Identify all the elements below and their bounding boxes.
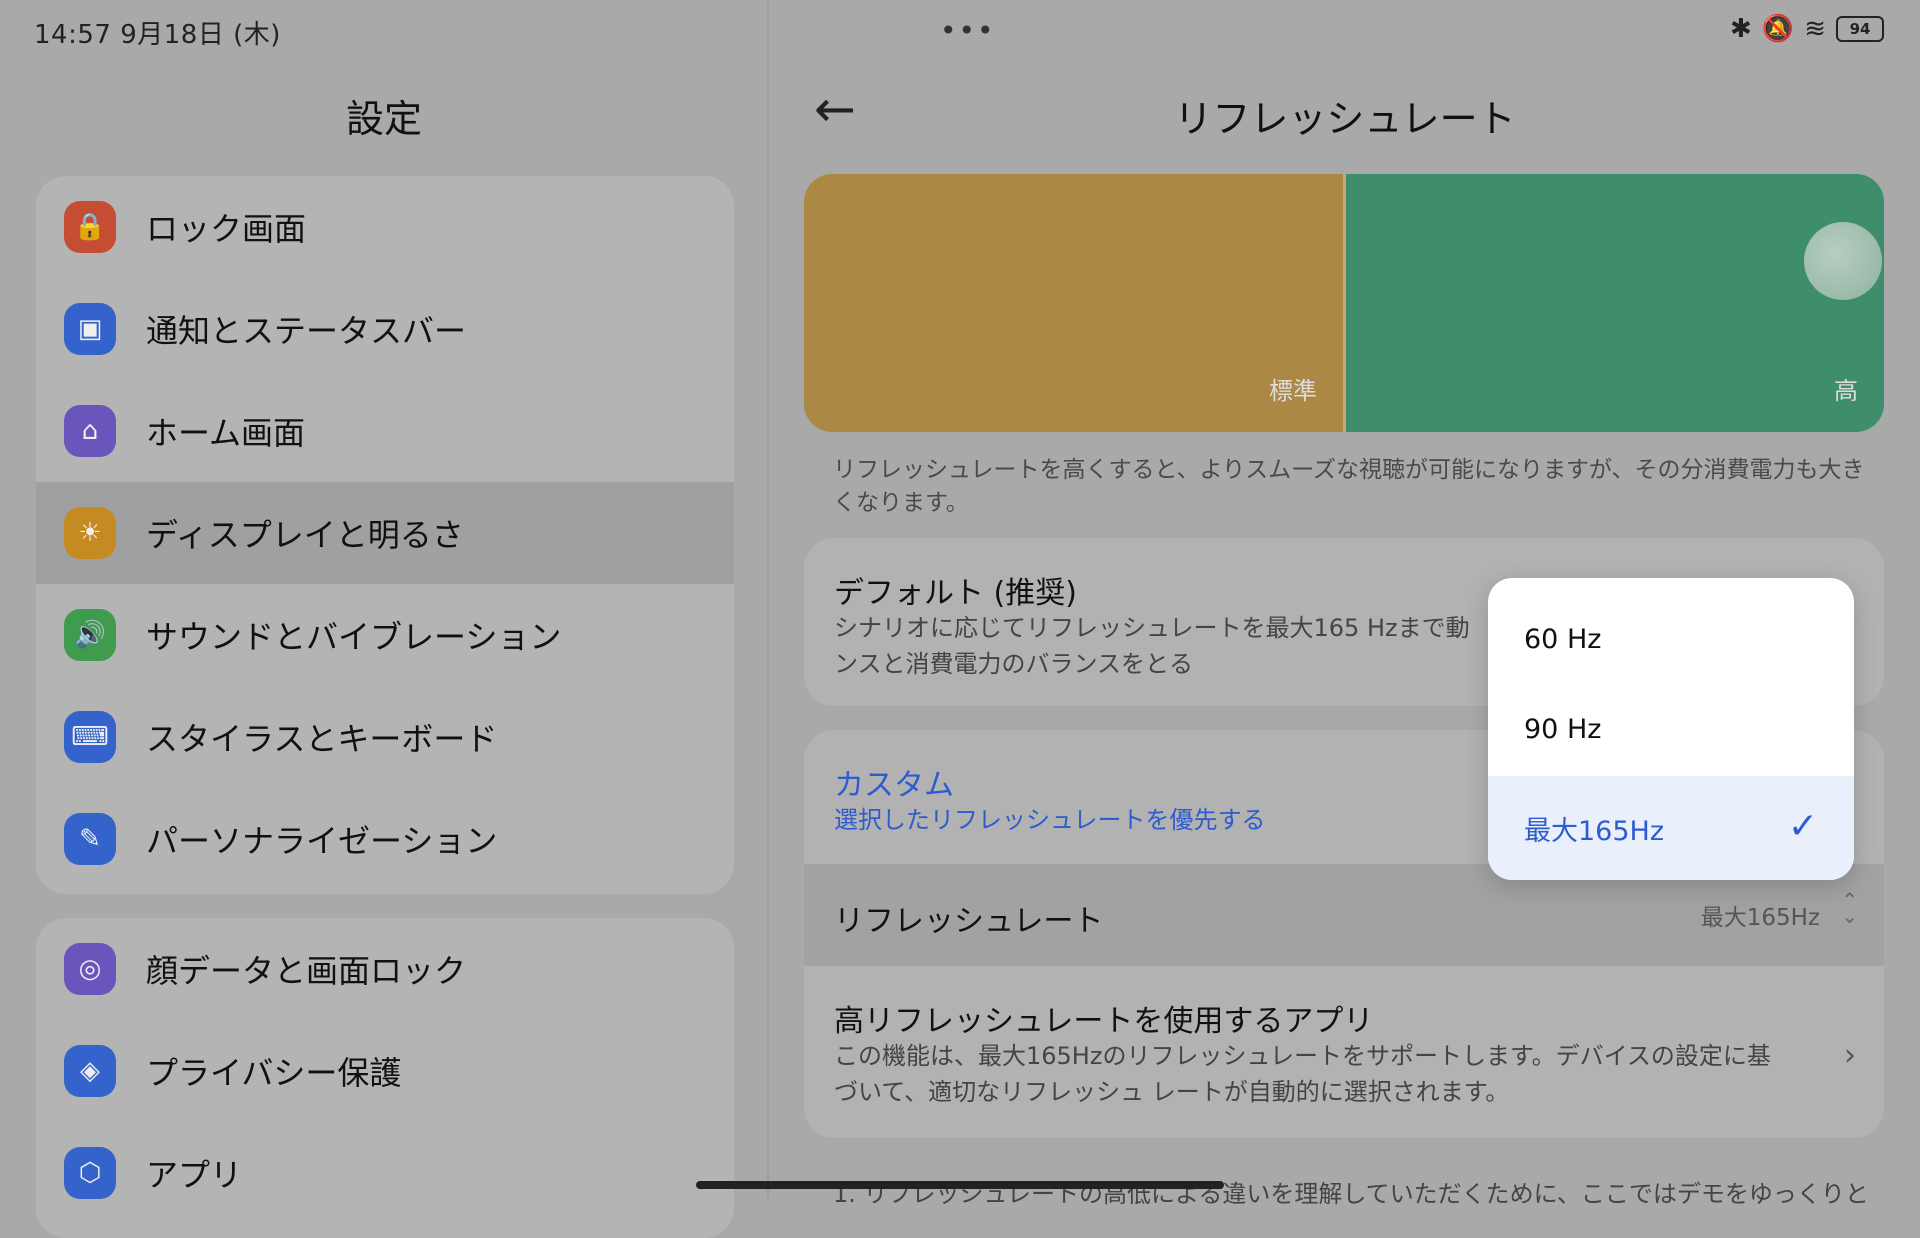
custom-option-subtitle: 選択したリフレッシュレートを優先する — [834, 806, 1266, 834]
settings-item-display[interactable]: ☀ ディスプレイと明るさ — [36, 482, 734, 584]
chevron-right-icon[interactable]: › — [1844, 1038, 1856, 1073]
settings-group-2: ◎ 顔データと画面ロック ◈ プライバシー保護 ⬡ アプリ — [36, 918, 734, 1238]
status-icons: ✱ 🔕 ≋ 94 — [1730, 14, 1884, 44]
panel-divider — [767, 0, 769, 1200]
high-rate-apps-desc-1: この機能は、最大165Hzのリフレッシュレートをサポートします。デバイスの設定に… — [834, 1042, 1771, 1070]
high-rate-apps-desc-2: づいて、適切なリフレッシュ レートが自動的に選択されます。 — [834, 1078, 1510, 1106]
settings-item-label: プライバシー保護 — [146, 1054, 402, 1092]
settings-item-label: スタイラスとキーボード — [146, 720, 498, 758]
keyboard-icon: ⌨ — [64, 711, 116, 763]
bluetooth-icon: ✱ — [1730, 14, 1752, 44]
settings-item-stylus-keyboard[interactable]: ⌨ スタイラスとキーボード — [36, 686, 734, 788]
refresh-rate-value: 最大165Hz — [1700, 905, 1820, 931]
dropdown-option-60hz[interactable]: 60 Hz — [1488, 594, 1854, 684]
page-title: リフレッシュレート — [1174, 97, 1516, 141]
settings-item-label: パーソナライゼーション — [146, 822, 498, 860]
settings-item-label: アプリ — [146, 1156, 243, 1194]
standard-label: 標準 — [1269, 377, 1317, 405]
updown-chevron-icon: ⌃ ⌄ — [1841, 888, 1858, 928]
home-indicator[interactable] — [696, 1181, 1224, 1189]
brush-icon: ✎ — [64, 813, 116, 865]
refresh-rate-label: リフレッシュレート — [834, 904, 1104, 939]
mute-vibrate-icon: 🔕 — [1761, 14, 1795, 44]
custom-option-title[interactable]: カスタム — [834, 760, 954, 804]
home-icon: ⌂ — [64, 405, 116, 457]
high-rate-apps-title[interactable]: 高リフレッシュレートを使用するアプリ — [834, 996, 1373, 1040]
settings-item-apps[interactable]: ⬡ アプリ — [36, 1122, 734, 1224]
settings-item-sound[interactable]: 🔊 サウンドとバイブレーション — [36, 584, 734, 686]
default-option-title: デフォルト (推奨) — [834, 576, 1077, 611]
settings-item-label: ホーム画面 — [146, 414, 306, 452]
default-option-subtitle-2: ンスと消費電力のバランスをとる — [834, 650, 1194, 678]
settings-item-personalization[interactable]: ✎ パーソナライゼーション — [36, 788, 734, 890]
settings-title: 設定 — [345, 97, 422, 141]
settings-item-label: サウンドとバイブレーション — [146, 618, 562, 656]
dropdown-option-90hz[interactable]: 90 Hz — [1488, 684, 1854, 774]
privacy-icon: ◈ — [64, 1045, 116, 1097]
battery-icon: 94 — [1836, 16, 1884, 42]
demo-ball — [1804, 222, 1882, 300]
refresh-rate-demo-banner: 標準 高 — [804, 174, 1884, 432]
apps-icon: ⬡ — [64, 1147, 116, 1199]
notification-icon: ▣ — [64, 303, 116, 355]
refresh-rate-description: リフレッシュレートを高くすると、よりスムーズな視聴が可能になりますが、その分消費… — [833, 457, 1865, 516]
default-option-subtitle-1: シナリオに応じてリフレッシュレートを最大165 Hzまで動 — [834, 614, 1470, 642]
settings-item-home-screen[interactable]: ⌂ ホーム画面 — [36, 380, 734, 482]
high-demo-panel: 高 — [1346, 174, 1884, 432]
settings-item-privacy[interactable]: ◈ プライバシー保護 — [36, 1020, 734, 1122]
standard-demo-panel: 標準 — [804, 174, 1346, 432]
settings-group-1: 🔒 ロック画面 ▣ 通知とステータスバー ⌂ ホーム画面 ☀ ディスプレイと明る… — [36, 176, 734, 894]
high-label: 高 — [1834, 377, 1858, 405]
sun-icon: ☀ — [64, 507, 116, 559]
footnote-text: 1. リフレッシュレートの高低による違いを理解していただくために、ここではデモを… — [833, 1180, 1869, 1208]
option-label: 最大165Hz — [1524, 815, 1665, 847]
speaker-icon: 🔊 — [64, 609, 116, 661]
check-icon: ✓ — [1787, 806, 1818, 847]
settings-item-face-lock[interactable]: ◎ 顔データと画面ロック — [36, 918, 734, 1020]
lock-icon: 🔒 — [64, 201, 116, 253]
settings-item-label: ロック画面 — [146, 210, 307, 248]
refresh-rate-dropdown: 60 Hz 90 Hz 最大165Hz ✓ — [1488, 578, 1854, 880]
settings-item-notifications[interactable]: ▣ 通知とステータスバー — [36, 278, 734, 380]
dropdown-option-165hz[interactable]: 最大165Hz ✓ — [1488, 776, 1854, 880]
settings-item-label: ディスプレイと明るさ — [146, 516, 464, 554]
more-dots-icon[interactable]: ••• — [940, 14, 996, 47]
option-label: 60 Hz — [1524, 623, 1602, 655]
status-time-date: 14:57 9月18日 (木) — [34, 20, 281, 50]
face-id-icon: ◎ — [64, 943, 116, 995]
option-label: 90 Hz — [1524, 713, 1602, 745]
settings-item-lock-screen[interactable]: 🔒 ロック画面 — [36, 176, 734, 278]
settings-item-label: 通知とステータスバー — [146, 312, 467, 350]
wifi-icon: ≋ — [1804, 14, 1826, 44]
settings-item-label: 顔データと画面ロック — [146, 952, 467, 990]
